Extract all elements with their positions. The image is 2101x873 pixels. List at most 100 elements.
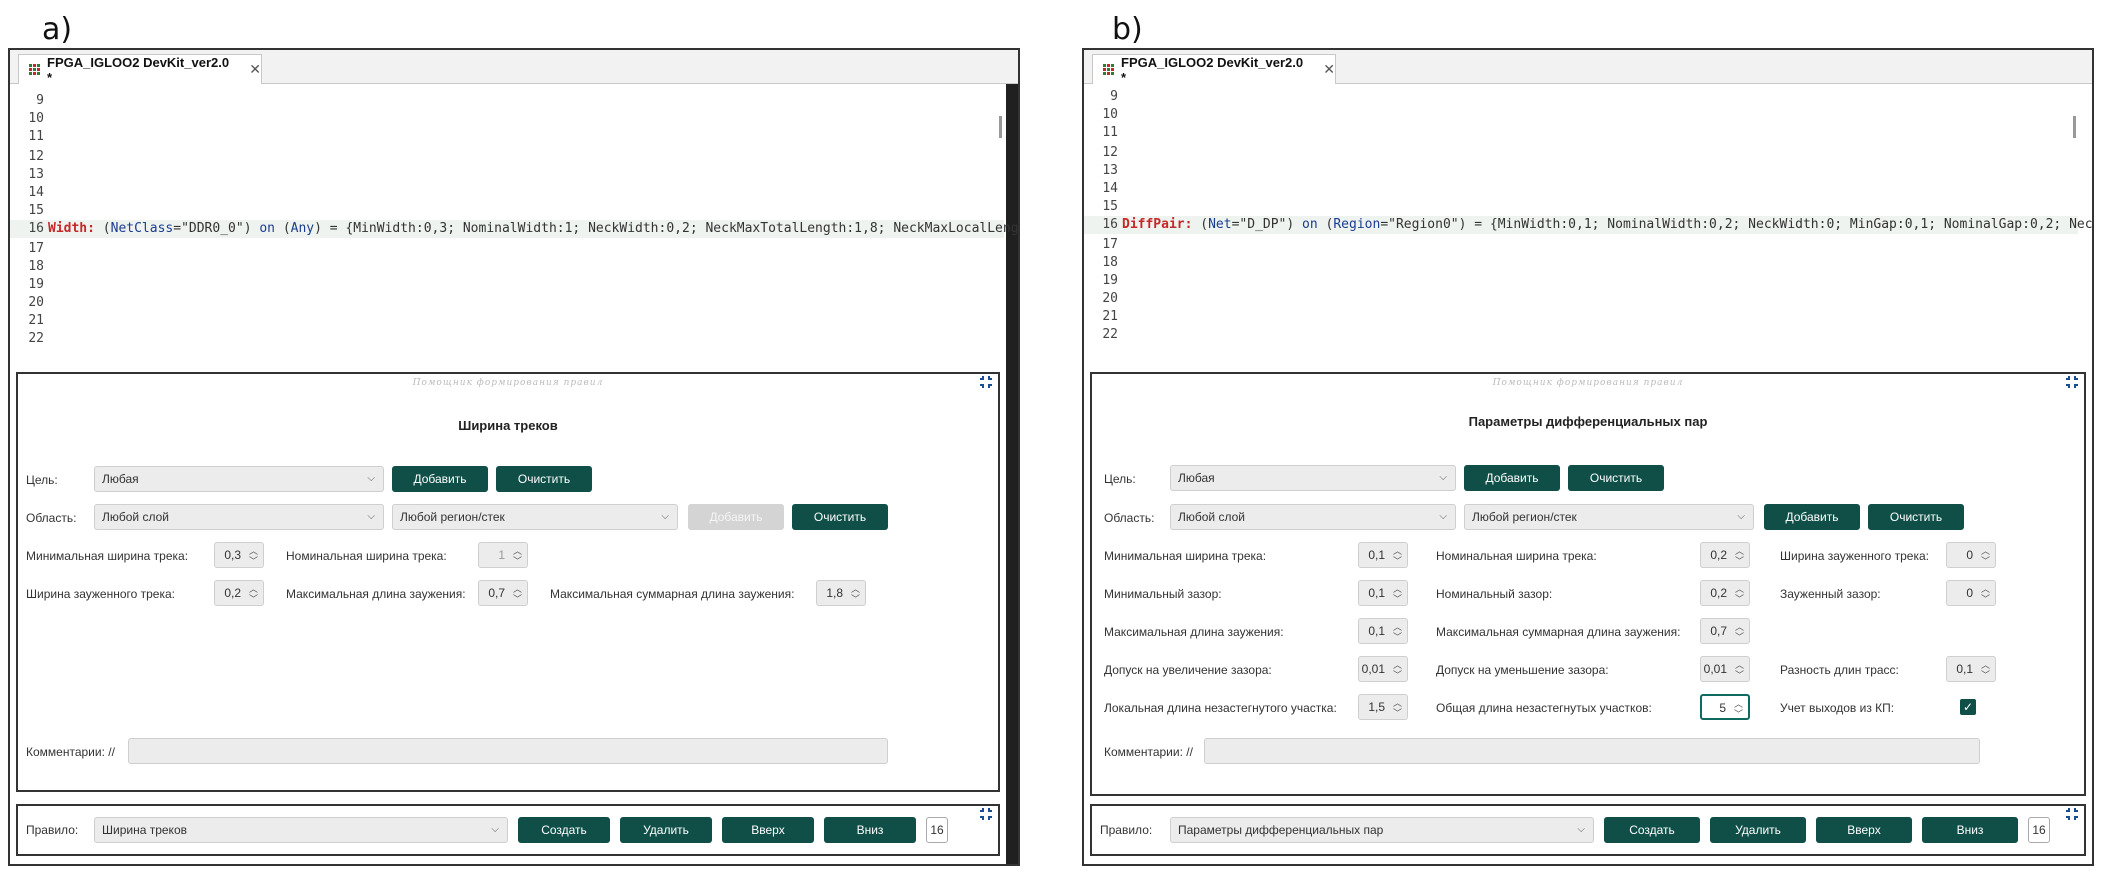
area-add-button[interactable]: Добавить [1764,504,1860,530]
spinner-arrows-icon: ︿ ﹀ [512,546,522,566]
vertical-scrollbar[interactable] [2073,116,2076,138]
close-icon[interactable]: ✕ [1323,61,1335,78]
rule-selector-bar: Правило: Ширина треков ⌵ Создать Удалить … [16,804,1000,856]
rule-select[interactable]: Параметры дифференциальных пар ⌵ [1170,817,1594,843]
create-button[interactable]: Создать [518,817,610,843]
collapse-expand-icon[interactable] [980,376,992,388]
chevron-down-icon: ⌵ [491,824,499,835]
down-button[interactable]: Вниз [824,817,916,843]
max-neck-length-spinner[interactable]: 0,7 ︿ ﹀ [478,580,528,606]
area-clear-button[interactable]: Очистить [1868,504,1964,530]
up-button[interactable]: Вверх [1816,817,1912,843]
line-count-box: 16 [2028,817,2050,843]
min-width-spinner[interactable]: 0,3 ︿ ﹀ [214,542,264,568]
panel-label-a: a) [42,12,73,47]
chevron-down-icon: ⌵ [1439,472,1447,483]
target-add-button[interactable]: Добавить [1464,465,1560,491]
delete-button[interactable]: Удалить [1710,817,1806,843]
line-number: 12 [1102,145,1118,160]
delete-button[interactable]: Удалить [620,817,712,843]
rule-code-line[interactable]: 16 DiffPair: (Net="D_DP") on (Region="Re… [1084,216,2092,234]
spinner-arrows-icon: ︿ ﹀ [1980,546,1990,566]
code-editor[interactable]: 9 10 11 12 13 14 15 16 Width: (NetClass=… [10,86,1018,406]
rule-code-line[interactable]: 16 Width: (NetClass="DDR0_0") on (Any) =… [10,220,1018,238]
nominal-gap-spinner[interactable]: 0,2 ︿ ﹀ [1700,580,1750,606]
line-count-box: 16 [926,817,948,843]
spinner-arrows-icon: ︿ ﹀ [1980,584,1990,604]
max-total-neck-spinner[interactable]: 0,7 ︿ ﹀ [1700,618,1750,644]
comment-input[interactable] [1204,738,1980,764]
panel-label-b: b) [1112,12,1143,47]
area-layer-select[interactable]: Любой слой ⌵ [1170,504,1456,530]
vertical-scrollbar[interactable] [999,116,1002,138]
min-gap-spinner[interactable]: 0,1 ︿ ﹀ [1358,580,1408,606]
nominal-width-spinner[interactable]: 1 ︿ ﹀ [478,542,528,568]
line-number: 15 [1102,199,1118,214]
up-button[interactable]: Вверх [722,817,814,843]
max-neck-length-spinner[interactable]: 0,1 ︿ ﹀ [1358,618,1408,644]
nominal-width-spinner[interactable]: 0,2 ︿ ﹀ [1700,542,1750,568]
gap-increase-spinner[interactable]: 0,01 ︿ ﹀ [1358,656,1408,682]
tab-project[interactable]: FPGA_IGLOO2 DevKit_ver2.0 * ✕ [1092,54,1336,85]
length-diff-spinner[interactable]: 0,1 ︿ ﹀ [1946,656,1996,682]
area-layer-select[interactable]: Любой слой ⌵ [94,504,384,530]
area-region-select[interactable]: Любой регион/стек ⌵ [1464,504,1754,530]
area-label: Область: [26,511,77,525]
project-grid-icon [29,63,41,76]
chevron-down-icon: ⌵ [367,473,375,484]
line-number: 22 [1102,327,1118,342]
create-button[interactable]: Создать [1604,817,1700,843]
collapse-expand-icon[interactable] [980,808,992,820]
gap-decrease-spinner[interactable]: 0,01 ︿ ﹀ [1700,656,1750,682]
min-width-spinner[interactable]: 0,1 ︿ ﹀ [1358,542,1408,568]
spinner-arrows-icon: ︿ ﹀ [1392,698,1402,718]
area-clear-button[interactable]: Очистить [792,504,888,530]
tab-project[interactable]: FPGA_IGLOO2 DevKit_ver2.0 * ✕ [18,54,262,85]
line-number: 14 [28,185,44,200]
target-add-button[interactable]: Добавить [392,466,488,492]
spinner-arrows-icon: ︿ ﹀ [1733,699,1743,719]
max-total-neck-label: Максимальная суммарная длина заужения: [550,587,795,601]
pad-exit-label: Учет выходов из КП: [1780,701,1895,715]
comment-label: Комментарии: // [26,745,115,759]
down-button[interactable]: Вниз [1922,817,2018,843]
target-select[interactable]: Любая ⌵ [94,466,384,492]
code-editor[interactable]: 9 10 11 12 13 14 15 16 DiffPair: (Net="D… [1084,86,2092,406]
rule-code-text: DiffPair: (Net="D_DP") on (Region="Regio… [1122,217,2094,232]
neck-width-spinner[interactable]: 0,2 ︿ ﹀ [214,580,264,606]
target-select[interactable]: Любая ⌵ [1170,465,1456,491]
target-clear-button[interactable]: Очистить [1568,465,1664,491]
nominal-width-label: Номинальная ширина трека: [1436,549,1597,563]
line-number: 13 [28,167,44,182]
target-clear-button[interactable]: Очистить [496,466,592,492]
collapse-expand-icon[interactable] [2066,376,2078,388]
line-number: 19 [1102,273,1118,288]
neck-width-label: Ширина зауженного трека: [1780,549,1930,563]
line-number: 17 [28,241,44,256]
area-region-select[interactable]: Любой регион/стек ⌵ [392,504,678,530]
neck-width-spinner[interactable]: 0 ︿ ﹀ [1946,542,1996,568]
neck-gap-spinner[interactable]: 0 ︿ ﹀ [1946,580,1996,606]
area-add-button[interactable]: Добавить [688,504,784,530]
local-uncoupled-spinner[interactable]: 1,5 ︿ ﹀ [1358,694,1408,720]
spinner-arrows-icon: ︿ ﹀ [1734,546,1744,566]
line-number: 9 [1110,89,1118,104]
max-neck-length-label: Максимальная длина заужения: [286,587,466,601]
rule-select[interactable]: Ширина треков ⌵ [94,817,508,843]
neck-width-label: Ширина зауженного трека: [26,587,176,601]
nominal-width-label: Номинальная ширина трека: [286,549,447,563]
line-number: 19 [28,277,44,292]
tab-title: FPGA_IGLOO2 DevKit_ver2.0 * [47,54,230,85]
max-total-neck-spinner[interactable]: 1,8 ︿ ﹀ [816,580,866,606]
rule-selector-bar: Правило: Параметры дифференциальных пар ⌵… [1090,804,2086,856]
close-icon[interactable]: ✕ [249,61,261,78]
comment-input[interactable] [128,738,888,764]
gap-increase-label: Допуск на увеличение зазора: [1104,663,1272,677]
collapse-expand-icon[interactable] [2066,808,2078,820]
total-uncoupled-spinner[interactable]: 5 ︿ ﹀ [1700,694,1750,720]
pad-exit-checkbox[interactable]: ✓ [1960,699,1976,715]
rule-wizard-form: Помощник формирования правил Параметры д… [1090,372,2086,796]
spinner-arrows-icon: ︿ ﹀ [512,584,522,604]
rule-label: Правило: [1100,823,1153,837]
rule-wizard-form: Помощник формирования правил Ширина трек… [16,372,1000,792]
